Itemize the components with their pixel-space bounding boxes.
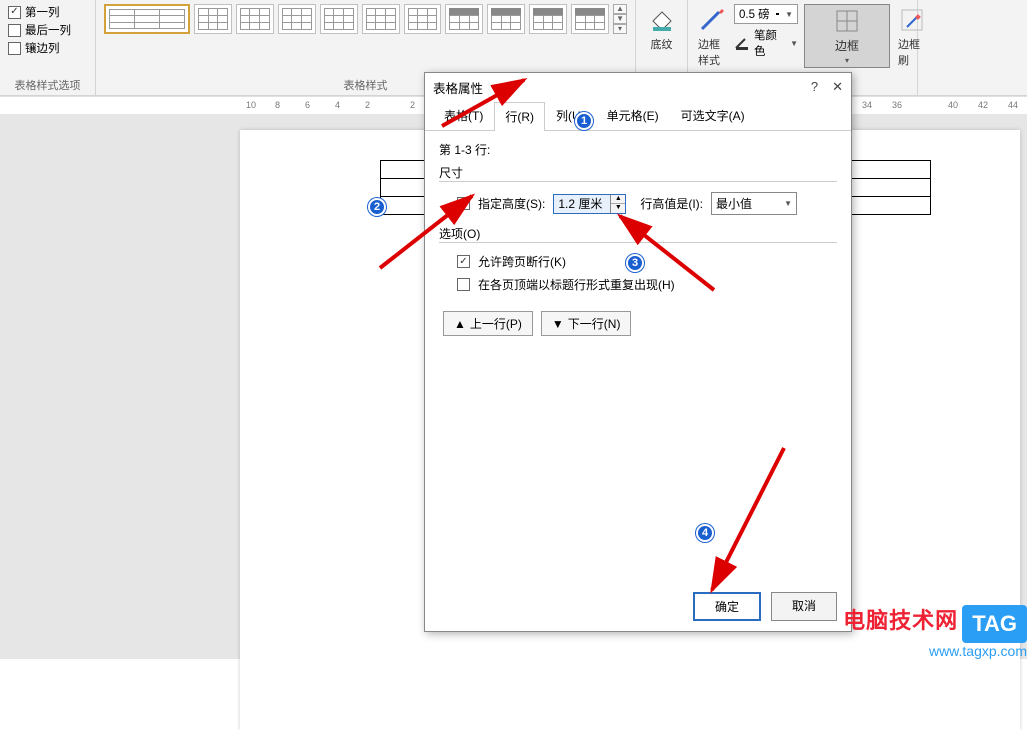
spin-down-icon[interactable]: ▼ <box>611 204 625 213</box>
ruler-tick: 36 <box>892 100 902 110</box>
dialog-tabs: 表格(T) 行(R) 列(U) 单元格(E) 可选文字(A) <box>425 101 851 131</box>
chk-first-col-label: 第一列 <box>25 4 60 20</box>
chevron-down-icon: ▼ <box>784 199 792 208</box>
ruler-tick: 42 <box>978 100 988 110</box>
chevron-down-icon[interactable]: ▼ <box>790 39 798 48</box>
prev-row-label: 上一行(P) <box>470 315 522 332</box>
dialog-title: 表格属性 <box>433 78 483 97</box>
chk-banded-cols-label: 镶边列 <box>25 40 60 56</box>
shading-icon <box>648 6 676 34</box>
rows-heading: 第 1-3 行: <box>439 141 837 158</box>
shading-label: 底纹 <box>651 36 673 52</box>
prev-row-button[interactable]: ▲ 上一行(P) <box>443 311 533 336</box>
border-painter-button[interactable]: 边框刷 <box>896 4 928 70</box>
next-row-label: 下一行(N) <box>568 315 621 332</box>
border-styles-button[interactable]: 边框样式 <box>696 4 728 70</box>
table-style-thumb[interactable] <box>278 4 316 34</box>
ruler-tick: 6 <box>305 100 310 110</box>
table-style-thumb[interactable] <box>236 4 274 34</box>
tab-row[interactable]: 行(R) <box>494 102 545 131</box>
ruler-tick: 2 <box>410 100 415 110</box>
chk-first-col[interactable]: ✓第一列 <box>8 4 87 20</box>
ok-button[interactable]: 确定 <box>693 592 761 621</box>
gallery-down-icon[interactable]: ▼ <box>613 14 627 24</box>
row-height-is-label: 行高值是(I): <box>640 195 703 212</box>
height-spinner[interactable]: ▲▼ <box>553 194 626 214</box>
border-styles-icon <box>698 6 726 34</box>
help-button[interactable]: ? <box>811 79 818 95</box>
table-style-thumb[interactable] <box>104 4 190 34</box>
watermark-url: www.tagxp.com <box>843 643 1027 659</box>
table-style-thumb[interactable] <box>571 4 609 34</box>
pen-color-label[interactable]: 笔颜色 <box>754 27 786 59</box>
borders-label: 边框 <box>835 37 859 54</box>
spin-up-icon[interactable]: ▲ <box>611 195 625 204</box>
close-button[interactable]: ✕ <box>832 79 843 95</box>
size-legend: 尺寸 <box>439 164 837 181</box>
gallery-up-icon[interactable]: ▲ <box>613 4 627 14</box>
allow-break-label: 允许跨页断行(K) <box>478 253 566 270</box>
table-style-thumb[interactable] <box>362 4 400 34</box>
height-input[interactable] <box>554 195 610 213</box>
chk-banded-cols[interactable]: 镶边列 <box>8 40 87 56</box>
watermark-text: 电脑技术网 <box>843 608 958 633</box>
dialog-titlebar: 表格属性 ? ✕ <box>425 73 851 101</box>
allow-break-checkbox[interactable]: ✓ <box>457 255 470 268</box>
shading-button[interactable]: 底纹 <box>644 4 679 54</box>
ruler-tick: 40 <box>948 100 958 110</box>
repeat-header-label: 在各页顶端以标题行形式重复出现(H) <box>478 276 675 293</box>
dialog-footer: 确定 取消 <box>425 582 851 631</box>
next-row-button[interactable]: ▼ 下一行(N) <box>541 311 632 336</box>
tab-alt-text[interactable]: 可选文字(A) <box>670 101 756 130</box>
style-options-label: 表格样式选项 <box>8 75 87 93</box>
table-style-thumb[interactable] <box>445 4 483 34</box>
ruler-tick: 10 <box>246 100 256 110</box>
ruler-tick: 4 <box>335 100 340 110</box>
watermark-tag: TAG <box>962 605 1027 643</box>
pen-color-icon <box>734 35 750 51</box>
ruler-tick: 2 <box>365 100 370 110</box>
chk-last-col[interactable]: 最后一列 <box>8 22 87 38</box>
border-painter-icon <box>898 6 926 34</box>
gallery-more-icon[interactable]: ▾ <box>613 24 627 34</box>
border-weight-value: 0.5 磅 <box>739 6 770 22</box>
ruler-tick: 8 <box>275 100 280 110</box>
triangle-up-icon: ▲ <box>454 317 466 331</box>
annotation-badge-2: 2 <box>368 198 386 216</box>
annotation-badge-1: 1 <box>575 112 593 130</box>
table-style-thumb[interactable] <box>529 4 567 34</box>
tab-cell[interactable]: 单元格(E) <box>596 101 670 130</box>
ruler-tick: 44 <box>1008 100 1018 110</box>
annotation-badge-4: 4 <box>696 524 714 542</box>
border-painter-label: 边框刷 <box>898 36 926 68</box>
table-style-thumb[interactable] <box>404 4 442 34</box>
style-options-group: ✓第一列 最后一列 镶边列 表格样式选项 <box>0 0 96 95</box>
table-properties-dialog: 表格属性 ? ✕ 表格(T) 行(R) 列(U) 单元格(E) 可选文字(A) … <box>424 72 852 632</box>
chk-last-col-label: 最后一列 <box>25 22 71 38</box>
borders-icon <box>833 7 861 35</box>
cancel-button[interactable]: 取消 <box>771 592 837 621</box>
table-style-thumb[interactable] <box>194 4 232 34</box>
table-style-thumb[interactable] <box>487 4 525 34</box>
border-weight-dropdown[interactable]: 0.5 磅 ▼ <box>734 4 798 24</box>
tab-table[interactable]: 表格(T) <box>433 101 494 130</box>
ruler-tick: 34 <box>862 100 872 110</box>
dialog-body: 第 1-3 行: 尺寸 ✓ 指定高度(S): ▲▼ 行高值是(I): 最小值 ▼… <box>425 131 851 582</box>
specify-height-checkbox[interactable]: ✓ <box>457 197 470 210</box>
borders-button[interactable]: 边框 ▾ <box>804 4 890 68</box>
options-legend: 选项(O) <box>439 225 837 242</box>
specify-height-label: 指定高度(S): <box>478 195 545 212</box>
border-styles-label: 边框样式 <box>698 36 726 68</box>
row-height-mode-value: 最小值 <box>716 195 752 212</box>
chevron-down-icon: ▾ <box>845 56 849 65</box>
watermark: 电脑技术网TAG www.tagxp.com <box>843 603 1027 659</box>
repeat-header-checkbox[interactable] <box>457 278 470 291</box>
table-style-thumb[interactable] <box>320 4 358 34</box>
chevron-down-icon: ▼ <box>785 10 793 19</box>
triangle-down-icon: ▼ <box>552 317 564 331</box>
annotation-badge-3: 3 <box>626 254 644 272</box>
row-height-mode-select[interactable]: 最小值 ▼ <box>711 192 797 215</box>
